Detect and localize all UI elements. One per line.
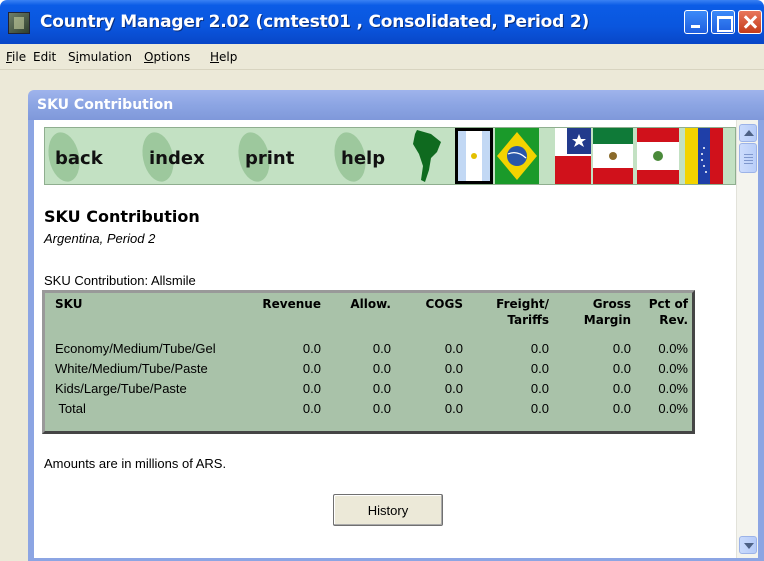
menu-help[interactable]: Help <box>210 50 237 64</box>
page-subtitle: Argentina, Period 2 <box>44 231 156 246</box>
table-row: Kids/Large/Tube/Paste 0.0 0.0 0.0 0.0 0.… <box>51 381 692 397</box>
nav-toolbar: back index print help <box>44 127 736 185</box>
index-button[interactable]: index <box>138 128 235 185</box>
content-pane: back index print help SKU Contribution A… <box>34 120 736 558</box>
chevron-down-icon <box>744 543 754 549</box>
footnote: Amounts are in millions of ARS. <box>44 456 227 471</box>
peru-flag-icon[interactable] <box>637 128 679 184</box>
row-pct: 0.0% <box>658 381 688 396</box>
row-sku: Total <box>55 401 86 416</box>
header-freight: Freight/ <box>496 297 549 311</box>
row-freight: 0.0 <box>530 401 549 416</box>
close-icon[interactable] <box>738 10 762 34</box>
index-label: index <box>149 148 205 169</box>
table-caption: SKU Contribution: Allsmile <box>44 273 196 288</box>
menu-file[interactable]: File <box>6 50 26 64</box>
print-label: print <box>245 148 295 169</box>
header-gross: Gross <box>592 297 631 311</box>
row-gross: 0.0 <box>612 401 631 416</box>
row-pct: 0.0% <box>658 361 688 376</box>
table-header-row: SKU Revenue Allow. COGS Freight/ Tariffs… <box>51 297 692 331</box>
row-allowance: 0.0 <box>372 401 391 416</box>
row-sku: White/Medium/Tube/Paste <box>55 361 208 376</box>
menu-options-label: ptions <box>153 50 191 64</box>
row-freight: 0.0 <box>530 381 549 396</box>
grip-line <box>744 154 753 155</box>
row-revenue: 0.0 <box>302 381 321 396</box>
row-freight: 0.0 <box>530 361 549 376</box>
menu-edit[interactable]: Edit <box>33 50 56 64</box>
mexico-flag-icon[interactable] <box>593 128 633 184</box>
back-button[interactable]: back <box>44 128 139 185</box>
vertical-scrollbar[interactable] <box>736 120 758 558</box>
row-cogs: 0.0 <box>444 381 463 396</box>
scroll-up-button[interactable] <box>739 124 757 142</box>
print-button[interactable]: print <box>234 128 331 185</box>
menu-help-label: elp <box>219 50 238 64</box>
minimize-icon[interactable] <box>684 10 708 34</box>
row-gross: 0.0 <box>612 381 631 396</box>
header-cogs: COGS <box>425 297 464 311</box>
inner-window-title: SKU Contribution <box>37 97 174 113</box>
header-gross-line2: Margin <box>583 313 631 327</box>
history-button[interactable]: History <box>333 494 443 526</box>
scroll-thumb[interactable] <box>739 143 757 173</box>
row-revenue: 0.0 <box>302 341 321 356</box>
menu-file-label: ile <box>12 50 27 64</box>
chile-flag-icon[interactable] <box>555 128 591 184</box>
row-revenue: 0.0 <box>302 401 321 416</box>
header-revenue: Revenue <box>262 297 321 311</box>
table-row: Economy/Medium/Tube/Gel 0.0 0.0 0.0 0.0 … <box>51 341 692 357</box>
row-cogs: 0.0 <box>444 341 463 356</box>
row-sku: Economy/Medium/Tube/Gel <box>55 341 216 356</box>
maximize-icon[interactable] <box>711 10 735 34</box>
venezuela-flag-icon[interactable] <box>685 128 723 184</box>
grip-line <box>744 163 753 164</box>
menu-simulation[interactable]: Simulation <box>68 50 132 64</box>
inner-window-title-bar[interactable]: SKU Contribution <box>28 90 764 120</box>
brazil-flag-icon[interactable] <box>495 128 539 184</box>
sku-contribution-table: SKU Revenue Allow. COGS Freight/ Tariffs… <box>42 290 695 434</box>
header-sku: SKU <box>55 297 83 311</box>
row-revenue: 0.0 <box>302 361 321 376</box>
menu-help-mnemonic: H <box>210 50 220 64</box>
grip-line <box>744 157 753 158</box>
back-label: back <box>55 148 103 169</box>
row-pct: 0.0% <box>658 341 688 356</box>
menu-simulation-prefix: S <box>68 50 76 64</box>
app-icon[interactable] <box>8 12 30 34</box>
scroll-down-button[interactable] <box>739 536 757 554</box>
window-title-bar[interactable]: Country Manager 2.02 (cmtest01 , Consoli… <box>0 0 764 44</box>
window-title: Country Manager 2.02 (cmtest01 , Consoli… <box>40 12 590 32</box>
header-allowance: Allow. <box>350 297 391 311</box>
header-pct: Pct of <box>648 297 688 311</box>
row-sku: Kids/Large/Tube/Paste <box>55 381 187 396</box>
row-cogs: 0.0 <box>444 401 463 416</box>
menu-simulation-label: mulation <box>78 50 132 64</box>
south-america-map-icon[interactable] <box>407 128 453 184</box>
row-allowance: 0.0 <box>372 361 391 376</box>
argentina-flag-icon[interactable] <box>455 128 493 184</box>
row-gross: 0.0 <box>612 341 631 356</box>
row-allowance: 0.0 <box>372 381 391 396</box>
row-pct: 0.0% <box>658 401 688 416</box>
table-row: White/Medium/Tube/Paste 0.0 0.0 0.0 0.0 … <box>51 361 692 377</box>
page-title: SKU Contribution <box>44 207 200 226</box>
row-gross: 0.0 <box>612 361 631 376</box>
table-total-row: Total 0.0 0.0 0.0 0.0 0.0 0.0% <box>51 401 692 417</box>
menu-bar: File Edit Simulation Options Help <box>0 44 764 70</box>
header-pct-line2: Rev. <box>659 313 688 327</box>
header-freight-line2: Tariffs <box>507 313 549 327</box>
menu-options[interactable]: Options <box>144 50 190 64</box>
row-cogs: 0.0 <box>444 361 463 376</box>
row-freight: 0.0 <box>530 341 549 356</box>
help-button[interactable]: help <box>330 128 411 185</box>
help-label: help <box>341 148 386 169</box>
chevron-up-icon <box>744 130 754 136</box>
grip-line <box>744 160 753 161</box>
row-allowance: 0.0 <box>372 341 391 356</box>
menu-edit-label: Edit <box>33 50 57 64</box>
